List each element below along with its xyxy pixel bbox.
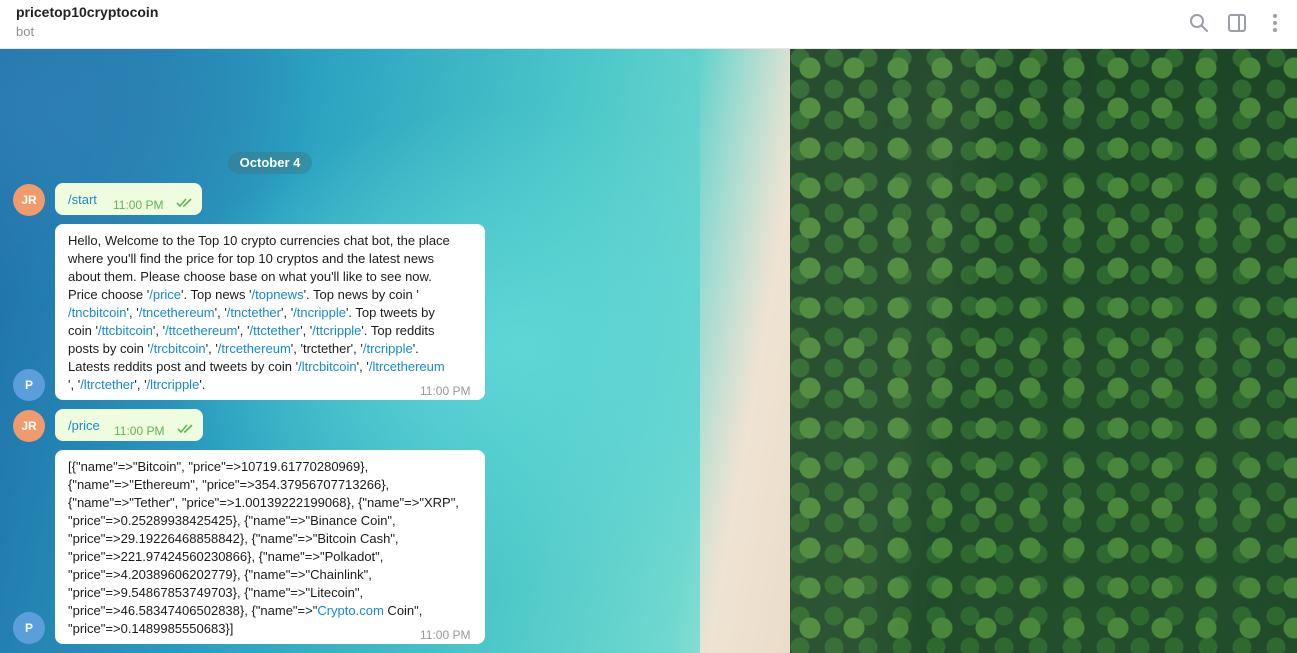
message-bubble: /start 11:00 PM [55,183,202,215]
more-vertical-icon[interactable] [1264,12,1286,34]
message-command[interactable]: /start [68,191,97,209]
message-command[interactable]: /price [68,417,100,435]
command-link[interactable]: /tncripple [293,305,346,320]
command-link[interactable]: /trcripple [363,341,413,356]
avatar[interactable]: JR [13,184,45,216]
message-text: Hello, Welcome to the Top 10 crypto curr… [68,233,450,392]
avatar[interactable]: P [13,612,45,644]
read-checkmarks-icon [176,198,192,208]
command-link[interactable]: /ttctether [250,323,301,338]
chat-header: pricetop10cryptocoin bot [0,0,1297,49]
avatar[interactable]: JR [13,410,45,442]
command-link[interactable]: /ltrcbitcoin [298,359,357,374]
wallpaper-palms [790,48,1297,653]
message-bubble: [{"name"=>"Bitcoin", "price"=>10719.6177… [55,450,485,644]
read-checkmarks-icon [177,424,193,434]
command-link[interactable]: /tncbitcoin [68,305,127,320]
command-link[interactable]: /ttcripple [312,323,361,338]
command-link[interactable]: /trcbitcoin [150,341,206,356]
chat-subtitle: bot [16,24,35,39]
command-link[interactable]: /ltrcethereum [369,359,445,374]
command-link[interactable]: /tnctether [227,305,281,320]
message-time: 11:00 PM [420,384,471,398]
message-time: 11:00 PM [420,628,471,642]
command-link[interactable]: /ttcethereum [165,323,237,338]
message-time: 11:00 PM [113,198,164,212]
message-text: [{"name"=>"Bitcoin", "price"=>10719.6177… [68,459,459,636]
sidebar-toggle-icon[interactable] [1226,12,1248,34]
message-bubble: Hello, Welcome to the Top 10 crypto curr… [55,224,485,400]
message-bubble: /price 11:00 PM [55,409,203,441]
command-link[interactable]: /ltrctether [80,377,134,392]
link[interactable]: Crypto.com [317,603,383,618]
command-link[interactable]: /price [149,287,181,302]
command-link[interactable]: /topnews [252,287,304,302]
date-separator: October 4 [228,152,312,174]
command-link[interactable]: /tncethereum [139,305,215,320]
avatar[interactable]: P [13,369,45,401]
message-time: 11:00 PM [114,424,165,438]
chat-title[interactable]: pricetop10cryptocoin [16,4,158,20]
command-link[interactable]: /trcethereum [218,341,291,356]
command-link[interactable]: /ttcbitcoin [98,323,153,338]
search-icon[interactable] [1188,12,1210,34]
command-link[interactable]: /ltrcripple [147,377,200,392]
